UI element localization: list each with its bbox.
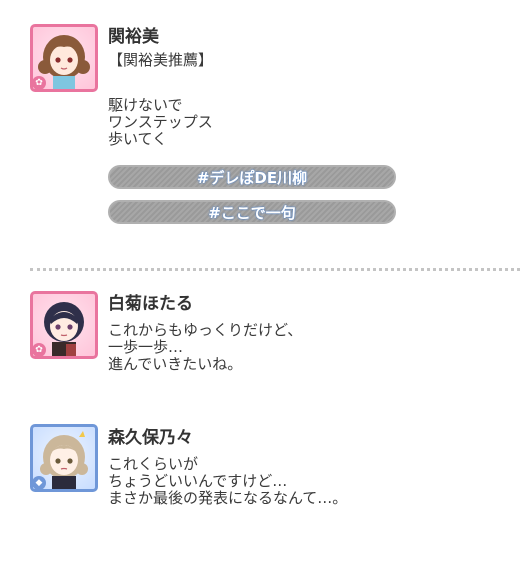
post-message: 【関裕美推薦】 駆けないで ワンステップス 歩いてく	[108, 52, 213, 148]
message-line: 駆けないで	[108, 96, 183, 114]
message-line: ワンステップス	[108, 113, 213, 131]
message-line: 進んでいきたいね。	[108, 355, 243, 373]
poster-name[interactable]: 関裕美	[108, 22, 159, 47]
avatar[interactable]: ✿	[30, 24, 98, 92]
message-line: これくらいが	[108, 455, 199, 473]
hashtag-button-ikku[interactable]: #ここで一句	[108, 200, 396, 224]
avatar[interactable]: ✿	[30, 291, 98, 359]
message-line	[108, 69, 213, 97]
poster-name[interactable]: 森久保乃々	[108, 423, 193, 448]
message-line: これからもゆっくりだけど、	[108, 321, 303, 339]
avatar[interactable]: ◆	[30, 424, 98, 492]
poster-name[interactable]: 白菊ほたる	[108, 289, 193, 314]
cute-type-badge-icon: ✿	[33, 76, 46, 89]
cute-type-badge-icon: ✿	[33, 343, 46, 356]
message-line: 【関裕美推薦】	[108, 51, 214, 69]
hashtag-button-senryu[interactable]: #デレぽDE川柳	[108, 165, 396, 189]
post-message: これくらいが ちょうどいいんですけど… まさか最後の発表になるなんて…。	[108, 456, 347, 507]
message-line: ちょうどいいんですけど…	[108, 472, 288, 490]
message-line: 歩いてく	[108, 130, 168, 148]
message-line: 一歩一歩…	[108, 338, 184, 356]
cool-type-badge-icon: ◆	[33, 476, 46, 489]
section-divider	[30, 268, 520, 271]
post-message: これからもゆっくりだけど、 一歩一歩… 進んでいきたいね。	[108, 322, 302, 373]
message-line: まさか最後の発表になるなんて…。	[108, 489, 348, 507]
